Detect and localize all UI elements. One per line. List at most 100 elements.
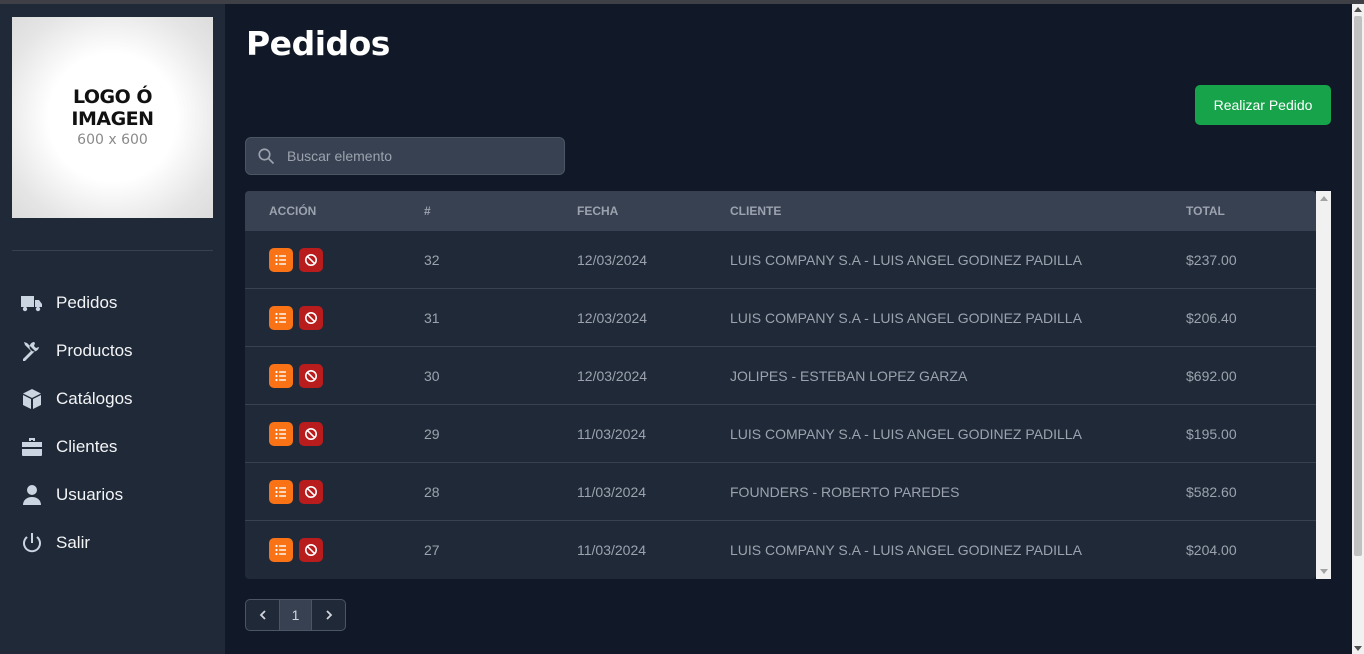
cell-fecha: 11/03/2024 xyxy=(577,542,647,558)
page-scroll-up-icon[interactable] xyxy=(1354,7,1362,12)
header-total[interactable]: Total xyxy=(1162,204,1316,218)
user-icon xyxy=(23,485,41,505)
power-icon xyxy=(23,533,41,553)
sidebar-item-productos[interactable]: Productos xyxy=(0,327,225,375)
header-cliente[interactable]: Cliente xyxy=(706,204,1162,218)
list-icon xyxy=(275,370,286,381)
page-scrollbar[interactable] xyxy=(1352,4,1364,654)
logo-placeholder: LOGO Ó IMAGEN 600 x 600 xyxy=(12,17,213,218)
sidebar-item-label: Pedidos xyxy=(56,293,118,312)
search-input[interactable] xyxy=(287,148,557,164)
prev-page-button[interactable] xyxy=(246,600,279,630)
sidebar-item-label: Productos xyxy=(56,341,133,360)
table-scrollbar[interactable] xyxy=(1316,191,1331,579)
cell-cliente: FOUNDERS - ROBERTO PAREDES xyxy=(730,483,960,500)
sidebar-divider xyxy=(12,250,213,251)
view-detail-button[interactable] xyxy=(269,305,293,330)
row-actions xyxy=(245,305,400,330)
cancel-order-button[interactable] xyxy=(299,421,323,446)
row-actions xyxy=(245,421,400,446)
row-actions xyxy=(245,363,400,388)
page-title: Pedidos xyxy=(246,24,390,63)
logo-line-1: LOGO Ó xyxy=(72,85,153,108)
view-detail-button[interactable] xyxy=(269,247,293,272)
scroll-up-icon[interactable] xyxy=(1320,196,1328,201)
cell-total: $582.60 xyxy=(1186,483,1237,500)
cell-id: 28 xyxy=(424,483,440,500)
ban-icon xyxy=(305,253,317,266)
sidebar-nav: Pedidos Productos Catálogos Clientes Usu… xyxy=(0,279,225,567)
page-number-button[interactable]: 1 xyxy=(279,600,312,630)
row-actions xyxy=(245,247,400,272)
truck-icon xyxy=(21,296,42,312)
sidebar-item-usuarios[interactable]: Usuarios xyxy=(0,471,225,519)
sidebar-item-catalogos[interactable]: Catálogos xyxy=(0,375,225,423)
cell-id: 27 xyxy=(424,542,440,558)
sidebar-item-label: Catálogos xyxy=(56,389,133,408)
sidebar: LOGO Ó IMAGEN 600 x 600 Pedidos Producto… xyxy=(0,4,225,654)
sidebar-item-pedidos[interactable]: Pedidos xyxy=(0,279,225,327)
cell-id: 32 xyxy=(424,251,440,268)
list-icon xyxy=(275,428,286,439)
table-row: 30 12/03/2024 JOLIPES - ESTEBAN LOPEZ GARZ… xyxy=(245,347,1316,405)
header-id[interactable]: # xyxy=(400,204,553,218)
list-icon xyxy=(275,544,286,556)
orders-table: Acción # Fecha Cliente Total 32 12/03/202… xyxy=(245,191,1316,579)
cell-total: $204.00 xyxy=(1186,542,1237,558)
chevron-left-icon xyxy=(259,610,266,620)
logo-line-2: IMAGEN xyxy=(71,107,154,130)
header-fecha[interactable]: Fecha xyxy=(553,204,706,218)
list-icon xyxy=(275,486,286,497)
box-icon xyxy=(23,389,41,409)
next-page-button[interactable] xyxy=(312,600,345,630)
cell-total: $195.00 xyxy=(1186,425,1237,442)
sidebar-item-label: Usuarios xyxy=(56,485,124,504)
cell-total: $206.40 xyxy=(1186,309,1237,326)
view-detail-button[interactable] xyxy=(269,538,293,562)
sidebar-item-label: Salir xyxy=(56,533,91,552)
logo-size: 600 x 600 xyxy=(77,131,148,148)
table-body: 32 12/03/2024 LUIS COMPANY S.A - LUIS ANGE… xyxy=(245,231,1316,579)
view-detail-button[interactable] xyxy=(269,479,293,504)
search-box xyxy=(245,137,565,175)
table-row: 32 12/03/2024 LUIS COMPANY S.A - LUIS ANGE… xyxy=(245,231,1316,289)
row-actions xyxy=(245,479,400,504)
ban-icon xyxy=(305,427,317,440)
scroll-down-icon[interactable] xyxy=(1320,569,1328,574)
cell-cliente: LUIS COMPANY S.A - LUIS ANGEL GODINEZ PA… xyxy=(730,425,1082,442)
page-scroll-thumb[interactable] xyxy=(1354,16,1362,556)
cell-id: 31 xyxy=(424,309,440,326)
view-detail-button[interactable] xyxy=(269,363,293,388)
table-row: 31 12/03/2024 LUIS COMPANY S.A - LUIS ANGE… xyxy=(245,289,1316,347)
cell-fecha: 12/03/2024 xyxy=(577,367,648,384)
row-actions xyxy=(245,538,400,562)
cell-fecha: 11/03/2024 xyxy=(577,425,647,442)
list-icon xyxy=(275,254,286,265)
cancel-order-button[interactable] xyxy=(299,363,323,388)
sidebar-item-salir[interactable]: Salir xyxy=(0,519,225,567)
search-icon xyxy=(258,148,275,165)
page-scroll-down-icon[interactable] xyxy=(1354,646,1362,651)
cell-cliente: LUIS COMPANY S.A - LUIS ANGEL GODINEZ PA… xyxy=(730,309,1082,326)
sidebar-item-label: Clientes xyxy=(56,437,118,456)
table-header: Acción # Fecha Cliente Total xyxy=(245,191,1316,231)
cell-id: 29 xyxy=(424,425,440,442)
cancel-order-button[interactable] xyxy=(299,538,323,562)
cancel-order-button[interactable] xyxy=(299,305,323,330)
sidebar-item-clientes[interactable]: Clientes xyxy=(0,423,225,471)
cancel-order-button[interactable] xyxy=(299,479,323,504)
table-row: 27 11/03/2024 LUIS COMPANY S.A - LUIS ANGE… xyxy=(245,521,1316,579)
cell-fecha: 12/03/2024 xyxy=(577,251,648,268)
briefcase-icon xyxy=(22,438,42,456)
table-row: 28 11/03/2024 FOUNDERS - ROBERTO PAREDES $5… xyxy=(245,463,1316,521)
header-accion[interactable]: Acción xyxy=(245,204,400,218)
table-row: 29 11/03/2024 LUIS COMPANY S.A - LUIS ANGE… xyxy=(245,405,1316,463)
cell-total: $237.00 xyxy=(1186,251,1237,268)
view-detail-button[interactable] xyxy=(269,421,293,446)
cell-total: $692.00 xyxy=(1186,367,1237,384)
pagination: 1 xyxy=(245,599,346,631)
tools-icon xyxy=(23,342,39,361)
create-order-button[interactable]: Realizar Pedido xyxy=(1195,85,1331,125)
list-icon xyxy=(275,312,286,323)
cancel-order-button[interactable] xyxy=(299,247,323,272)
